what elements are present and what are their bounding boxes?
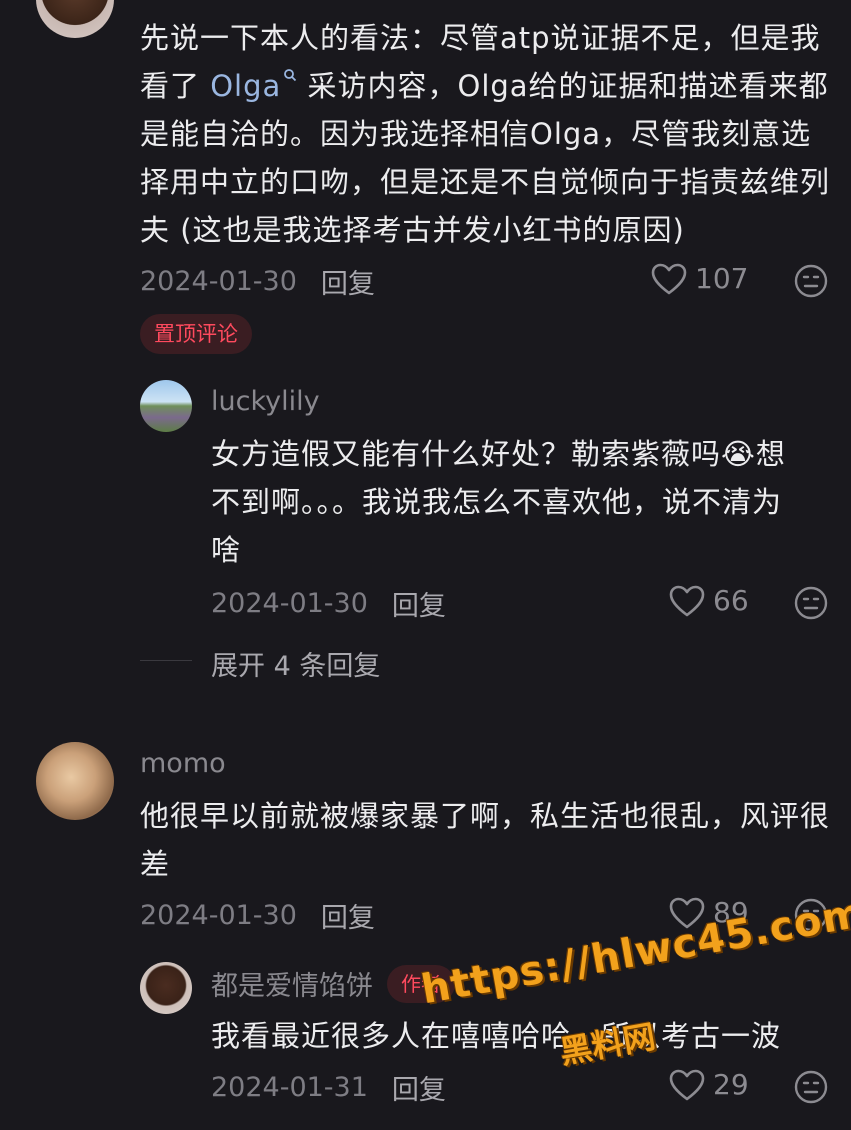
avatar[interactable]: [36, 0, 114, 38]
dislike-face-icon[interactable]: [794, 586, 828, 620]
avatar[interactable]: [140, 380, 192, 432]
comment-date: 2024-01-30: [211, 588, 368, 619]
reply-button[interactable]: 回复: [321, 262, 375, 301]
like-count: 29: [713, 1068, 749, 1101]
search-link-label: Olga: [210, 69, 282, 103]
like-button[interactable]: 107: [651, 262, 748, 295]
dislike-face-icon[interactable]: [794, 264, 828, 298]
comment-text: 他很早以前就被爆家暴了啊，私生活也很乱，风评很差: [140, 799, 831, 881]
username[interactable]: luckylily: [211, 386, 320, 417]
like-count: 66: [713, 584, 749, 617]
like-button[interactable]: 66: [669, 584, 749, 617]
avatar[interactable]: [140, 962, 192, 1014]
comment-text: 我看最近很多人在嘻嘻哈哈，所以考古一波: [211, 1019, 782, 1053]
like-count: 107: [695, 262, 749, 295]
comment-date: 2024-01-31: [211, 1072, 368, 1103]
comment-text: 女方造假又能有什么好处？勒索紫薇吗😭想不到啊。。。我说我怎么不喜欢他，说不清为啥: [211, 437, 786, 567]
expand-replies-button[interactable]: 展开 4 条回复: [211, 644, 380, 683]
comment-meta: 2024-01-30 回复: [140, 262, 375, 301]
expand-divider: [140, 660, 192, 661]
comment-meta: 2024-01-30 回复: [140, 896, 375, 935]
avatar[interactable]: [36, 742, 114, 820]
heart-icon: [651, 263, 687, 294]
reply-button[interactable]: 回复: [321, 896, 375, 935]
username[interactable]: 都是爱情馅饼: [211, 964, 373, 1003]
dislike-face-icon[interactable]: [794, 1070, 828, 1104]
search-icon: [284, 69, 297, 82]
reply-button[interactable]: 回复: [392, 1068, 446, 1107]
username[interactable]: momo: [140, 748, 226, 779]
like-button[interactable]: 29: [669, 1068, 749, 1101]
comment-meta: 2024-01-30 回复: [211, 584, 446, 623]
heart-icon: [669, 1069, 705, 1100]
watermark-url: https://hlwc45.com: [418, 890, 851, 1014]
comment-date: 2024-01-30: [140, 900, 297, 931]
pinned-badge: 置顶评论: [140, 314, 252, 354]
comment-meta: 2024-01-31 回复: [211, 1068, 446, 1107]
comment-date: 2024-01-30: [140, 266, 297, 297]
search-link[interactable]: Olga: [210, 69, 297, 103]
heart-icon: [669, 585, 705, 616]
comment-text: 先说一下本人的看法：尽管atp说证据不足，但是我看了 Olga 采访内容，Olg…: [140, 14, 840, 254]
reply-button[interactable]: 回复: [392, 584, 446, 623]
